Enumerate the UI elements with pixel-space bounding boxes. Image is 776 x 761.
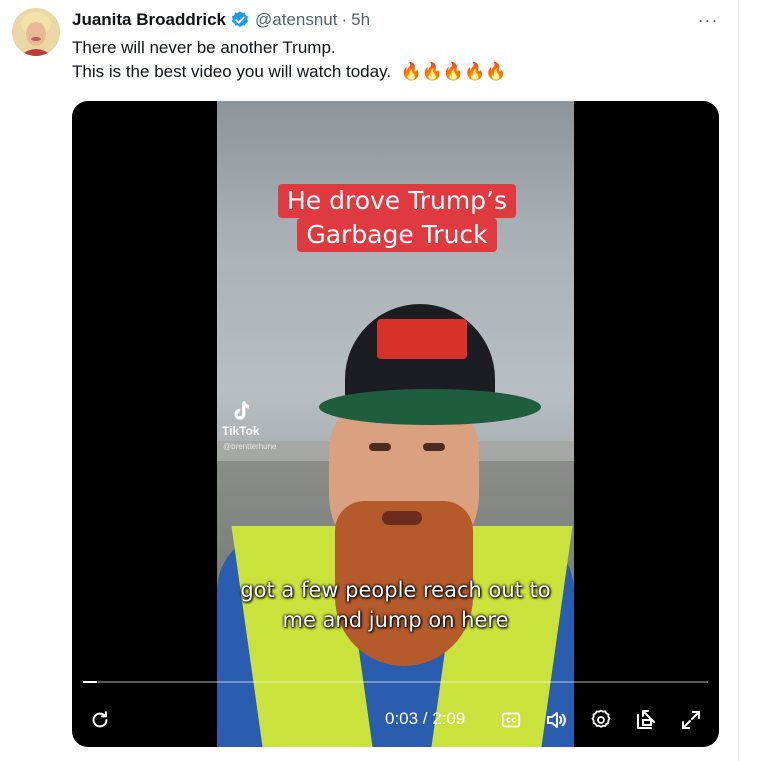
cap-brim: [319, 389, 541, 425]
separator-dot: ·: [341, 10, 348, 29]
person-mouth: [382, 511, 422, 525]
tiktok-label: TikTok: [222, 424, 260, 438]
fullscreen-button[interactable]: [676, 705, 706, 735]
closed-captions-button[interactable]: [496, 705, 526, 735]
tweet-timestamp[interactable]: 5h: [351, 10, 370, 30]
replay-icon: [92, 711, 108, 728]
replay-button[interactable]: [85, 705, 115, 735]
person-eye-left: [369, 443, 391, 451]
tweet-header: Juanita Broaddrick @atensnut · 5h: [72, 9, 370, 31]
cap-logo: [377, 319, 467, 359]
more-options-button[interactable]: ···: [694, 9, 722, 31]
author-name[interactable]: Juanita Broaddrick: [72, 10, 226, 30]
tweet-line-2: This is the best video you will watch to…: [72, 62, 392, 81]
fire-emoji: 🔥🔥🔥🔥🔥: [400, 62, 507, 81]
volume-button[interactable]: [541, 705, 571, 735]
tweet-line-1: There will never be another Trump.: [72, 38, 336, 57]
avatar-image: [12, 8, 60, 56]
overlay-title-line-1: He drove Trump’s: [277, 184, 517, 218]
tweet-body: There will never be another Trump. This …: [72, 36, 506, 84]
verified-badge-icon: [231, 11, 249, 28]
tiktok-watermark: TikTok: [222, 398, 260, 438]
timeline-right-border: [738, 0, 739, 761]
popout-button[interactable]: [631, 705, 661, 735]
person-eye-right: [423, 443, 445, 451]
fullscreen-icon: [682, 711, 700, 729]
closed-captions-icon: [501, 712, 521, 728]
avatar[interactable]: [12, 8, 60, 56]
progress-bar[interactable]: [83, 681, 708, 683]
tiktok-username: @brentterhune: [223, 442, 277, 451]
video-caption: got a few people reach out to me and jum…: [240, 578, 551, 632]
video-player[interactable]: TikTok @brentterhune He drove Trump’s Ga…: [72, 101, 719, 747]
video-timecode: 0:03 / 2:09: [385, 709, 466, 728]
popout-icon: [637, 710, 655, 729]
settings-icon: [591, 709, 611, 728]
tiktok-icon: [234, 401, 250, 420]
settings-button[interactable]: [586, 705, 616, 735]
overlay-title-line-2: Garbage Truck: [297, 218, 497, 252]
volume-icon: [547, 712, 566, 728]
author-handle[interactable]: @atensnut: [255, 10, 337, 30]
video-overlay-title: He drove Trump’s Garbage Truck: [277, 181, 517, 255]
progress-bar-fill: [83, 681, 98, 683]
